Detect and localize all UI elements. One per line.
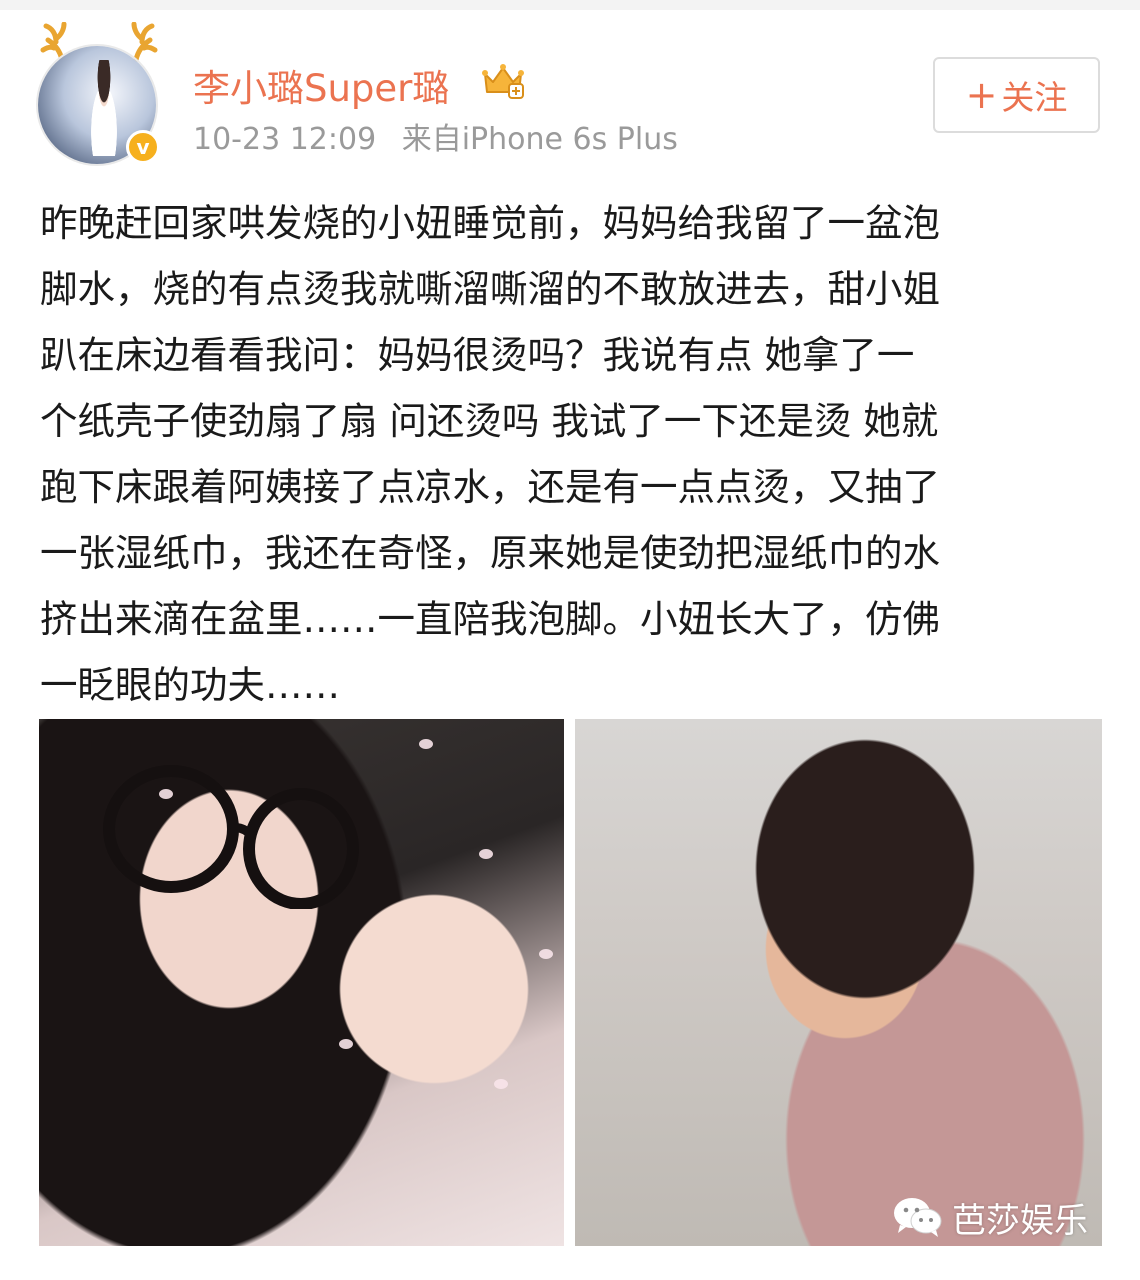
petal [419, 739, 433, 749]
verified-v-icon: v [126, 130, 160, 164]
watermark-text: 芭莎娱乐 [952, 1200, 1088, 1241]
post-text-line: 跑下床跟着阿姨接了点凉水，还是有一点点烫，又抽了 [40, 465, 940, 509]
post-text-line: 趴在床边看看我问：妈妈很烫吗？我说有点 她拿了一 [40, 333, 915, 377]
post-text-line: 脚水，烧的有点烫我就嘶溜嘶溜的不敢放进去，甜小姐 [40, 267, 940, 311]
author-avatar-group[interactable]: v [38, 22, 160, 164]
post-text-line: 一张湿纸巾，我还在奇怪，原来她是使劲把湿纸巾的水 [40, 531, 940, 575]
petal [339, 1039, 353, 1049]
avatar-photo [84, 60, 124, 156]
post-text-line: 昨晚赶回家哄发烧的小妞睡觉前，妈妈给我留了一盆泡 [40, 201, 940, 245]
post-text-line: 一眨眼的功夫…… [40, 663, 340, 707]
petal [539, 949, 553, 959]
follow-button[interactable]: + 关注 [933, 57, 1100, 133]
watermark: 芭莎娱乐 [892, 1192, 1088, 1242]
crown-icon [482, 64, 524, 99]
post-text-line: 挤出来滴在盆里……一直陪我泡脚。小妞长大了，仿佛 [40, 597, 940, 641]
post-meta: 10-23 12:09 来自iPhone 6s Plus [193, 114, 678, 158]
plus-icon: + [965, 73, 998, 117]
author-name[interactable]: 李小璐Super璐 [193, 58, 449, 112]
petal [479, 849, 493, 859]
follow-button-label: 关注 [1001, 78, 1068, 117]
glasses-shape [103, 765, 359, 909]
post-text-line: 个纸壳子使劲扇了扇 问还烫吗 我试了一下还是烫 她就 [40, 399, 939, 443]
petal [159, 789, 173, 799]
photo-mother-daughter-selfie[interactable] [39, 719, 564, 1246]
photo-girl-at-window[interactable] [575, 719, 1102, 1246]
post-source: 来自iPhone 6s Plus [401, 122, 678, 157]
status-strip [0, 0, 1140, 10]
petal [494, 1079, 508, 1089]
post-timestamp: 10-23 12:09 [193, 122, 377, 157]
post-body: 昨晚赶回家哄发烧的小妞睡觉前，妈妈给我留了一盆泡 脚水，烧的有点烫我就嘶溜嘶溜的… [40, 190, 1115, 718]
wechat-icon [894, 1198, 942, 1237]
